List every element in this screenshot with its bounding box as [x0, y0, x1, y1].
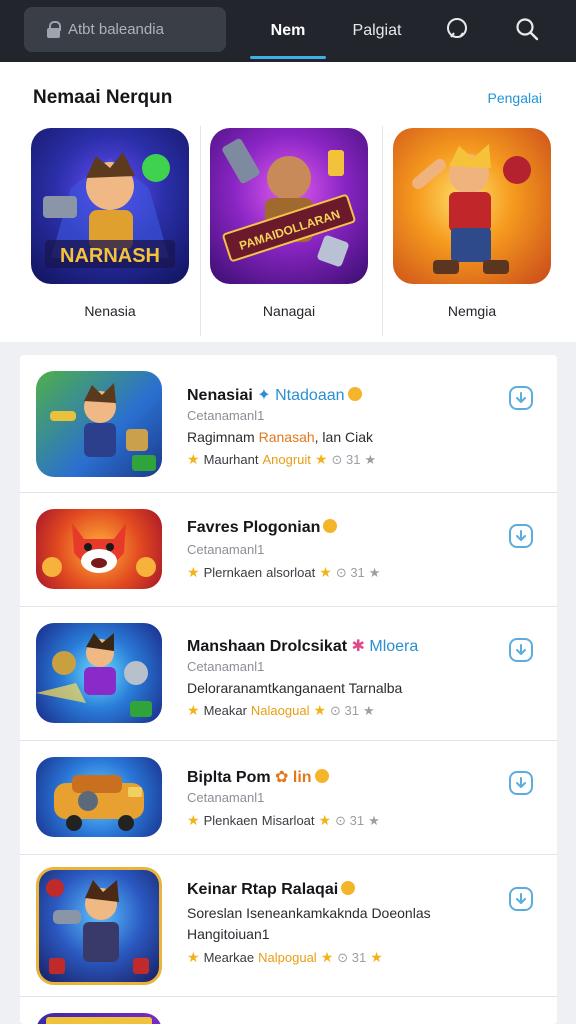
star-outline-icon: ★ [363, 702, 375, 718]
rating-count: ⊙ 31 [330, 702, 360, 718]
app-icon [36, 509, 162, 589]
app-meta: ★ Maurhant Anogruit ★ ⊙ 31 ★ [187, 451, 377, 467]
divider [200, 126, 201, 336]
star-icon: ★ [187, 564, 200, 580]
star-icon: ★ [319, 564, 332, 580]
lock-icon [46, 20, 62, 39]
download-button[interactable] [509, 386, 533, 410]
app-icon [36, 1013, 162, 1024]
top-app-bar: Nem Palgiat [0, 0, 576, 62]
game-artwork: NARNASH [31, 128, 189, 284]
app-meta: ★ Meakar Nalaogual ★ ⊙ 31 ★ [187, 702, 375, 718]
star-outline-icon: ★ [364, 451, 377, 467]
app-subtitle: Cetanamanl1 [187, 659, 265, 674]
download-button[interactable] [509, 771, 533, 795]
list-item[interactable] [20, 997, 557, 1024]
featured-section: Nemaai Nerqun Pengalai NARNASH Nenasia P… [0, 62, 576, 342]
star-icon: ★ [187, 451, 200, 467]
star-icon: ★ [320, 949, 334, 965]
download-arrow-icon [516, 644, 526, 655]
chat-bubble-icon[interactable] [442, 14, 472, 44]
app-icon [36, 371, 162, 477]
app-icon [36, 867, 162, 985]
app-title: Favres Plogonian [187, 519, 338, 537]
game-artwork: PAMAIDOLLARAN [210, 128, 368, 284]
section-title: Nemaai Nerqun [33, 87, 173, 108]
star-icon: ★ [370, 949, 383, 965]
download-button[interactable] [509, 887, 533, 911]
list-item[interactable]: Nenasiai ✦ Ntadoaan Cetanamanl1 Ragimnam… [20, 355, 557, 493]
app-title: Keinar Rtap Ralaqai [187, 881, 356, 899]
featured-card-label: Nenasia [84, 303, 136, 319]
download-arrow-icon [516, 777, 526, 788]
list-item[interactable]: Favres Plogonian Cetanamanl1 ★ Plernkaen… [20, 493, 557, 607]
app-subtitle: Cetanamanl1 [187, 408, 265, 423]
search-box[interactable] [24, 7, 226, 52]
rating-count: ⊙ 31 [337, 949, 367, 965]
star-icon: ★ [187, 949, 200, 965]
download-arrow-icon [516, 392, 526, 403]
list-item[interactable]: Biplta Pom ✿ lin Cetanamanl1 ★ Plenkaen … [20, 741, 557, 855]
app-icon [36, 623, 162, 723]
app-meta: ★ Plernkaen alsorloat ★ ⊙ 31 ★ [187, 564, 381, 580]
tab-popular[interactable]: Palgiat [344, 0, 410, 62]
app-meta: ★ Mearkae Nalpogual ★ ⊙ 31 ★ [187, 949, 383, 965]
star-outline-icon: ★ [368, 812, 380, 828]
app-list: Nenasiai ✦ Ntadoaan Cetanamanl1 Ragimnam… [20, 355, 557, 1024]
app-icon [36, 757, 162, 837]
featured-card[interactable]: NARNASH Nenasia [31, 128, 189, 334]
app-subtitle: Cetanamanl1 [187, 790, 265, 805]
featured-card-label: Nanagai [262, 303, 316, 319]
rating-count: ⊙ 31 [331, 451, 361, 467]
divider [382, 126, 383, 336]
download-arrow-icon [516, 893, 526, 904]
download-button[interactable] [509, 638, 533, 662]
star-icon: ★ [318, 812, 332, 828]
app-subtitle: Cetanamanl1 [187, 542, 265, 557]
app-description: Deloraranamtkanganaent Tarnalba [187, 680, 403, 696]
app-title: Nenasiai ✦ Ntadoaan [187, 385, 362, 405]
star-icon: ★ [314, 451, 328, 467]
app-title: Manshaan Drolcsikat ✱ Mloera [187, 638, 419, 655]
app-description: Soreslan Iseneankamkaknda Doeonlas [187, 905, 431, 921]
artwork-text: NARNASH [60, 245, 160, 267]
star-icon: ★ [187, 812, 200, 828]
star-icon: ★ [187, 702, 200, 718]
star-icon: ★ [313, 702, 327, 718]
featured-card[interactable]: PAMAIDOLLARAN Nanagai [210, 128, 368, 334]
tab-new[interactable]: Nem [250, 0, 326, 62]
app-description: Ragimnam Ranasah, lan Ciak [187, 429, 373, 445]
app-title: Biplta Pom ✿ lin [187, 767, 329, 787]
app-description-line2: Hangitoiuan1 [187, 926, 270, 942]
search-icon[interactable] [512, 14, 542, 44]
download-button[interactable] [509, 524, 533, 548]
see-all-link[interactable]: Pengalai [488, 90, 543, 106]
rating-count: ⊙ 31 [335, 564, 365, 580]
featured-card-label: Nemgia [447, 303, 497, 319]
star-outline-icon: ★ [368, 564, 381, 580]
list-item[interactable]: Keinar Rtap Ralaqai Soreslan Iseneankamk… [20, 855, 557, 997]
search-input[interactable] [68, 21, 218, 38]
rating-count: ⊙ 31 [335, 812, 365, 828]
featured-card[interactable]: Nemgia [393, 128, 551, 334]
game-artwork [393, 128, 551, 284]
app-meta: ★ Plenkaen Misarloat ★ ⊙ 31 ★ [187, 812, 380, 828]
list-item[interactable]: Manshaan Drolcsikat ✱ Mloera Cetanamanl1… [20, 607, 557, 741]
download-arrow-icon [516, 530, 526, 541]
